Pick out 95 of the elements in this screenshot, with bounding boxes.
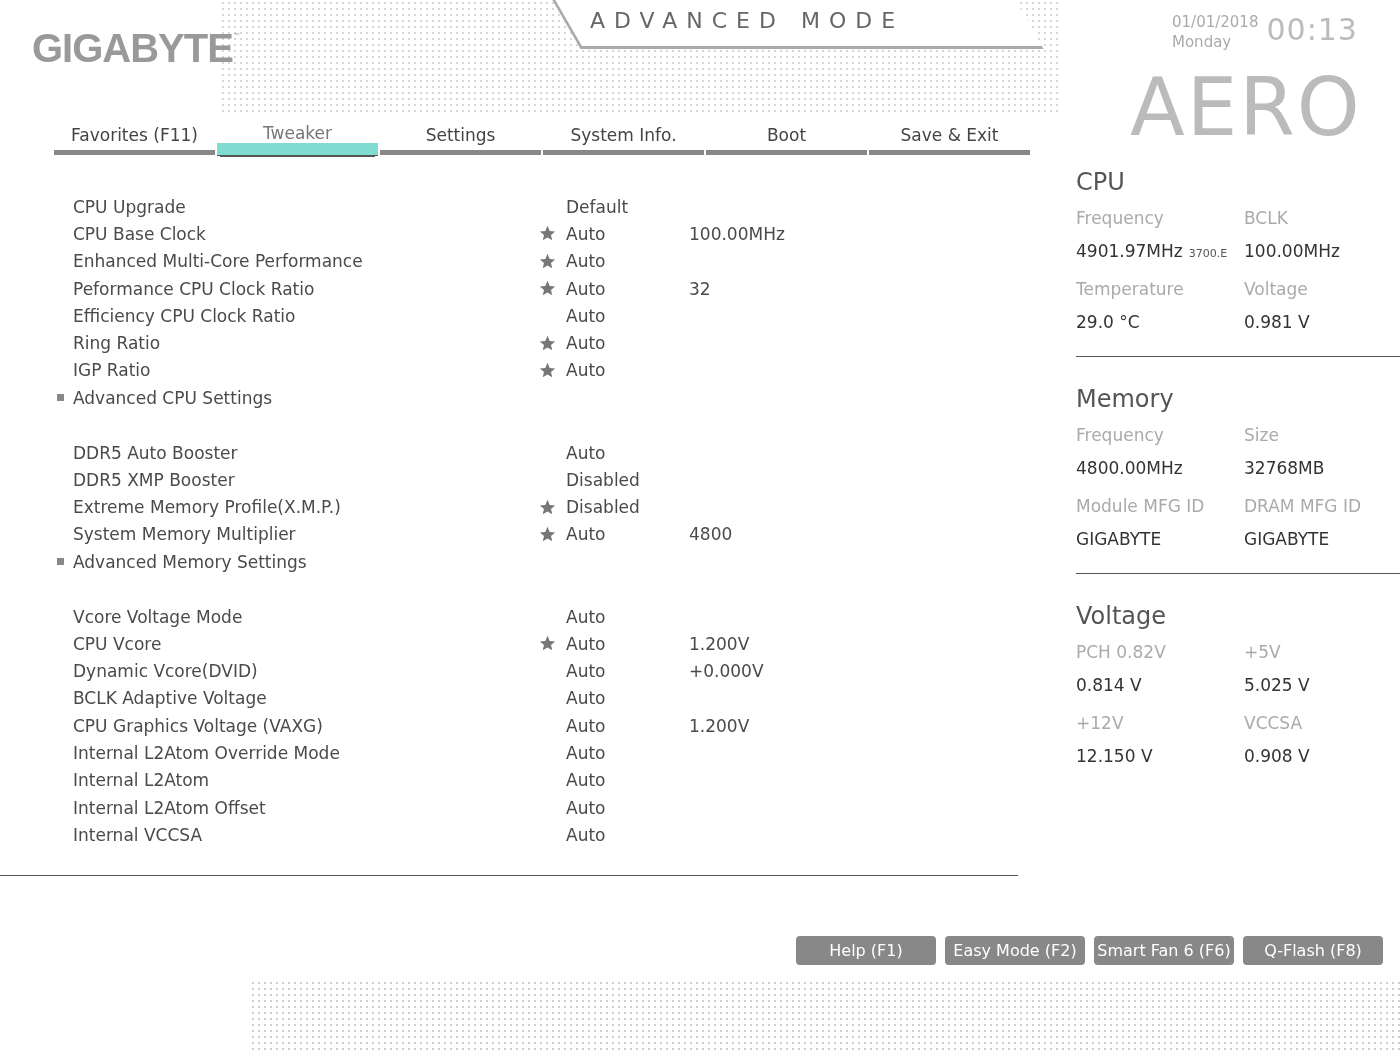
info-label: VCCSA — [1244, 712, 1304, 735]
info-label: Frequency — [1076, 424, 1165, 447]
function-button[interactable]: Help (F1) — [796, 936, 936, 965]
info-label: BCLK — [1244, 207, 1289, 230]
setting-value[interactable]: Auto — [566, 743, 689, 763]
info-note: 3700.E — [1188, 247, 1228, 260]
setting-label[interactable]: Ring Ratio — [73, 333, 539, 354]
info-label: Frequency — [1076, 207, 1165, 230]
setting-value[interactable]: Auto — [566, 360, 689, 381]
info-value: 4901.97MHz — [1076, 240, 1183, 263]
setting-label[interactable]: Enhanced Multi-Core Performance — [73, 251, 539, 272]
current-value: 1.200V — [689, 633, 750, 654]
weekday-text: Monday — [1172, 32, 1233, 52]
setting-value[interactable]: Auto — [566, 688, 689, 709]
setting-label[interactable]: Internal L2Atom — [73, 770, 539, 791]
setting-label[interactable]: Peformance CPU Clock Ratio — [73, 278, 539, 299]
current-value: 1.200V — [689, 715, 750, 736]
info-label: PCH 0.82V — [1076, 641, 1167, 664]
brand-logo: GIGABYTE — [32, 26, 233, 71]
info-value: GIGABYTE — [1076, 528, 1162, 551]
info-label: +12V — [1076, 712, 1125, 735]
setting-label[interactable]: IGP Ratio — [73, 360, 539, 381]
setting-value[interactable]: Default — [566, 196, 689, 217]
current-value: 32 — [689, 278, 711, 299]
bullet-icon — [57, 558, 64, 566]
tab[interactable]: Tweaker — [217, 120, 378, 155]
setting-value[interactable]: Disabled — [566, 469, 689, 490]
info-value: 5.025 V — [1244, 674, 1310, 697]
setting-value[interactable]: Auto — [566, 606, 689, 627]
section-title: CPU — [1076, 168, 1126, 196]
submenu-link[interactable]: Advanced Memory Settings — [73, 551, 539, 572]
setting-label[interactable]: CPU Upgrade — [73, 196, 539, 217]
clock-time: 00:13 — [1266, 12, 1358, 47]
setting-value[interactable]: Auto — [566, 251, 689, 272]
date-text: 01/01/2018 — [1172, 12, 1259, 32]
info-value: 4800.00MHz — [1076, 457, 1183, 480]
setting-label[interactable]: BCLK Adaptive Voltage — [73, 688, 539, 709]
info-value: 0.981 V — [1244, 311, 1310, 334]
mode-title: ADVANCED MODE — [590, 8, 905, 33]
info-value: GIGABYTE — [1244, 528, 1330, 551]
setting-value[interactable]: Auto — [566, 715, 689, 736]
brand-logo: AERO — [1129, 60, 1363, 156]
info-value: 29.0 °C — [1076, 311, 1140, 334]
info-label: DRAM MFG ID — [1244, 495, 1363, 518]
section-title: Voltage — [1076, 602, 1168, 630]
setting-label[interactable]: CPU Base Clock — [73, 223, 539, 244]
info-label: Voltage — [1244, 278, 1309, 301]
function-button[interactable]: Easy Mode (F2) — [945, 936, 1085, 965]
setting-label[interactable]: Dynamic Vcore(DVID) — [73, 661, 539, 682]
submenu-link[interactable]: Advanced CPU Settings — [73, 387, 539, 408]
info-label: Size — [1244, 424, 1280, 447]
tab[interactable]: Favorites (F11) — [54, 120, 215, 155]
setting-value[interactable]: Auto — [566, 442, 689, 463]
tab[interactable]: System Info. — [543, 120, 704, 155]
setting-value[interactable]: Auto — [566, 633, 689, 654]
function-button[interactable]: Q-Flash (F8) — [1243, 936, 1383, 965]
setting-label[interactable]: DDR5 Auto Booster — [73, 442, 539, 463]
setting-value[interactable]: Auto — [566, 797, 689, 818]
info-value: 100.00MHz — [1244, 240, 1340, 263]
current-value: 4800 — [689, 524, 733, 545]
info-label: Temperature — [1076, 278, 1185, 301]
setting-label[interactable]: Internal VCCSA — [73, 824, 539, 845]
current-value: 100.00MHz — [689, 223, 785, 244]
setting-value[interactable]: Auto — [566, 524, 689, 545]
setting-label[interactable]: Efficiency CPU Clock Ratio — [73, 305, 539, 326]
setting-label[interactable]: Internal L2Atom Override Mode — [73, 743, 539, 763]
setting-value[interactable]: Disabled — [566, 497, 689, 518]
info-value: 12.150 V — [1076, 745, 1153, 768]
setting-label[interactable]: Internal L2Atom Offset — [73, 797, 539, 818]
current-value: +0.000V — [689, 661, 764, 682]
bullet-icon — [57, 394, 64, 402]
setting-value[interactable]: Auto — [566, 661, 689, 682]
info-value: 0.814 V — [1076, 674, 1142, 697]
trademark-mark: ™ — [232, 32, 241, 41]
tab[interactable]: Settings — [380, 120, 541, 155]
setting-value[interactable]: Auto — [566, 770, 689, 791]
info-label: Module MFG ID — [1076, 495, 1206, 518]
setting-label[interactable]: CPU Graphics Voltage (VAXG) — [73, 715, 539, 736]
section-title: Memory — [1076, 385, 1175, 413]
setting-value[interactable]: Auto — [566, 824, 689, 845]
setting-label[interactable]: System Memory Multiplier — [73, 524, 539, 545]
tab[interactable]: Boot — [706, 120, 867, 155]
setting-label[interactable]: DDR5 XMP Booster — [73, 469, 539, 490]
setting-value[interactable]: Auto — [566, 305, 689, 326]
setting-label[interactable]: Vcore Voltage Mode — [73, 606, 539, 627]
setting-value[interactable]: Auto — [566, 278, 689, 299]
setting-value[interactable]: Auto — [566, 333, 689, 354]
function-button[interactable]: Smart Fan 6 (F6) — [1094, 936, 1234, 965]
setting-value[interactable]: Auto — [566, 223, 689, 244]
info-value: 32768MB — [1244, 457, 1325, 480]
tab[interactable]: Save & Exit — [869, 120, 1030, 155]
setting-label[interactable]: CPU Vcore — [73, 633, 539, 654]
info-value: 0.908 V — [1244, 745, 1310, 768]
info-label: +5V — [1244, 641, 1282, 664]
setting-label[interactable]: Extreme Memory Profile(X.M.P.) — [73, 497, 539, 518]
